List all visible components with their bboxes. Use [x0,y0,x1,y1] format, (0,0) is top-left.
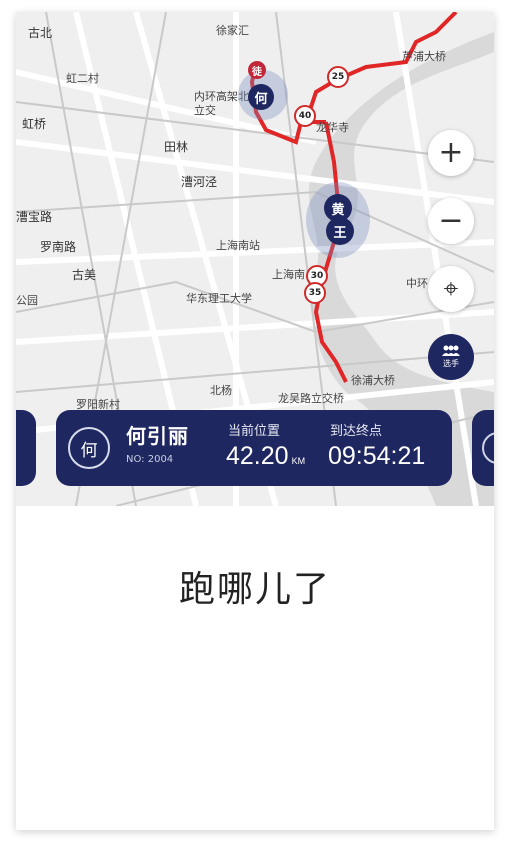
distance-value: 42.20 [226,442,289,470]
map-label: 漕河泾 [181,175,218,189]
zoom-in-button[interactable]: + [428,130,474,176]
zoom-out-button[interactable]: − [428,198,474,244]
map-label: 虹二村 [66,72,99,85]
map-label: 徐浦大桥 [351,374,395,387]
runner-marker[interactable]: 何 [248,84,274,110]
map-label: 中环 [406,277,428,290]
next-avatar [482,432,494,464]
distance-value-wrap: 42.20 KM [226,442,305,471]
prev-runner-card[interactable] [16,410,36,486]
screenshot-card: 古北 虹二村 虹桥 田林 漕河泾 漕宝路 罗南路 古美 公园 上海南站 上海南 … [16,12,494,830]
runner-marker[interactable]: 徒 [248,61,266,79]
runner-name: 何引丽 [126,424,189,448]
page-caption: 跑哪儿了 [178,569,331,610]
players-button[interactable]: 选手 [428,334,474,380]
road-number-badge: 35 [304,282,326,304]
locate-button[interactable]: ⌖ [428,266,474,312]
road-number-badge: 40 [294,105,316,127]
map-label: 芦浦大桥 [402,50,446,63]
map-label: 公园 [16,294,38,307]
locate-icon: ⌖ [443,274,459,304]
distance-unit: KM [291,456,306,466]
map-label: 华东理工大学 [186,292,252,305]
road-number-badge: 25 [327,66,349,88]
arrival-label: 到达终点 [330,424,383,439]
map-label: 漕宝路 [16,210,53,224]
runner-marker[interactable]: 王 [326,217,354,245]
map-label: 古北 [28,26,53,40]
map-label: 徐家汇 [216,24,249,37]
runner-avatar: 何 [68,427,110,469]
runner-number: NO: 2004 [126,454,174,465]
players-label: 选手 [443,359,459,368]
map-label: 上海南站 [216,239,260,252]
map-label: 古美 [72,268,97,282]
map-label: 虹桥 [22,117,47,131]
next-runner-card[interactable] [472,410,494,486]
map-label: 龙华寺 [316,121,349,134]
arrival-time: 09:54:21 [328,442,426,470]
distance-label: 当前位置 [228,424,281,439]
people-icon [442,345,460,356]
map-label: 罗南路 [40,240,77,254]
map-label: 龙吴路立交桥 [278,392,344,405]
map-label: 北杨 [210,384,232,397]
map-label: 田林 [164,140,189,154]
runner-info-card[interactable]: 何 何引丽 NO: 2004 当前位置 42.20 KM 到达终点 09:54:2… [56,410,452,486]
route-map[interactable]: 古北 虹二村 虹桥 田林 漕河泾 漕宝路 罗南路 古美 公园 上海南站 上海南 … [16,12,494,506]
map-label: 上海南 [272,268,305,281]
